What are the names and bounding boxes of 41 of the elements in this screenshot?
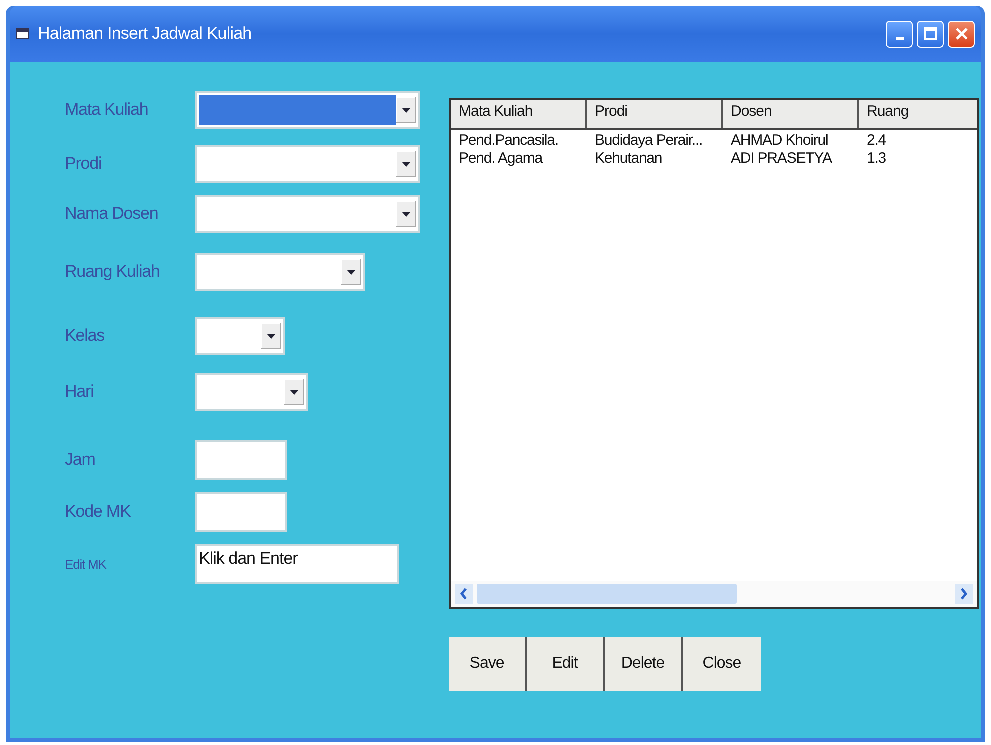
action-button[interactable]: Close bbox=[683, 637, 761, 691]
scrollbar-thumb[interactable] bbox=[477, 584, 737, 604]
field-label: Jam bbox=[65, 450, 96, 470]
action-button[interactable]: Save bbox=[449, 637, 527, 691]
field-label: Prodi bbox=[65, 154, 103, 174]
table-cell-text: 2.4 bbox=[866, 132, 888, 150]
column-header[interactable]: Ruang bbox=[859, 100, 977, 128]
field-label: Mata Kuliah bbox=[65, 100, 150, 120]
column-header[interactable]: Mata Kuliah bbox=[451, 100, 587, 128]
field-label: Hari bbox=[65, 382, 95, 402]
field-label: Ruang Kuliah bbox=[65, 262, 161, 282]
dropdown[interactable] bbox=[195, 91, 420, 129]
field-label: Kelas bbox=[65, 326, 106, 346]
table-cell-text: AHMAD Khoirul bbox=[730, 132, 830, 150]
maximize-icon bbox=[924, 27, 938, 41]
window-title: Halaman Insert Jadwal Kuliah bbox=[38, 24, 253, 44]
input-field[interactable] bbox=[195, 440, 287, 480]
column-header[interactable]: Prodi bbox=[587, 100, 723, 128]
table-cell-text: Pend.Pancasila. bbox=[458, 132, 560, 150]
close-icon bbox=[954, 27, 968, 41]
minimize-button[interactable] bbox=[886, 20, 913, 48]
input-field[interactable] bbox=[195, 492, 287, 532]
scroll-left-icon[interactable] bbox=[455, 584, 473, 604]
table-cell-text: ADI PRASETYA bbox=[730, 150, 834, 168]
table-cell-text: Kehutanan bbox=[594, 150, 664, 168]
field-label: Kode MK bbox=[65, 502, 132, 522]
minimize-icon bbox=[896, 36, 904, 40]
table-cell-text: Pend. Agama bbox=[458, 150, 544, 168]
maximize-button[interactable] bbox=[917, 20, 944, 48]
column-header[interactable]: Dosen bbox=[723, 100, 859, 128]
input-field[interactable]: Klik dan Enter bbox=[195, 544, 399, 584]
window-icon bbox=[16, 28, 30, 40]
close-button[interactable] bbox=[948, 20, 975, 48]
action-button[interactable]: Delete bbox=[605, 637, 683, 691]
horizontal-scrollbar[interactable] bbox=[451, 581, 977, 607]
scroll-right-icon[interactable] bbox=[955, 584, 973, 604]
table-cell-text: 1.3 bbox=[866, 150, 888, 168]
field-label: Edit MK bbox=[65, 556, 108, 572]
table-cell-text: Budidaya Perair... bbox=[594, 132, 704, 150]
action-button[interactable]: Edit bbox=[527, 637, 605, 691]
field-label: Nama Dosen bbox=[65, 204, 160, 224]
